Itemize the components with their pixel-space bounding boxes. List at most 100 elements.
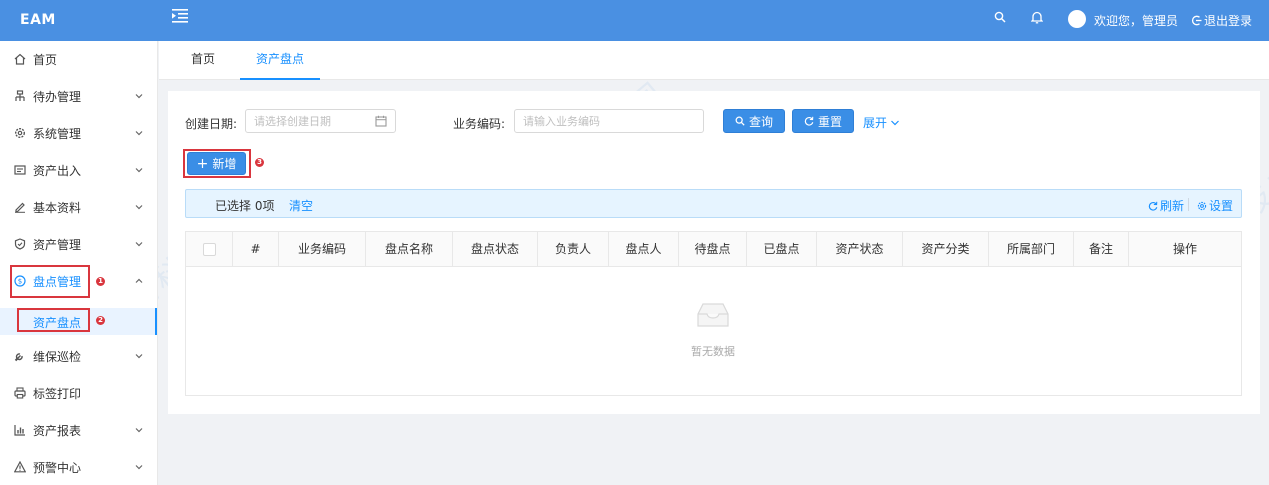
- sidebar-item-maintenance[interactable]: 维保巡检: [0, 338, 157, 375]
- sidebar-item-system[interactable]: 系统管理: [0, 115, 157, 152]
- chevron-down-icon: [135, 131, 143, 136]
- list-icon: [14, 165, 26, 175]
- reset-button[interactable]: 重置: [792, 109, 854, 133]
- select-all-checkbox[interactable]: [203, 243, 216, 256]
- expand-label: 展开: [863, 116, 888, 130]
- expand-toggle[interactable]: 展开: [863, 114, 900, 131]
- main-panel: 创建日期: 业务编码: 查询 重置 展开 + 新增 3 已选择 0项 清空 刷新: [168, 91, 1260, 414]
- column-header: 负责人: [538, 232, 609, 267]
- reload-icon: [1148, 201, 1158, 211]
- sidebar-item-label: 系统管理: [33, 127, 82, 141]
- sidebar-item-label: 资产出入: [33, 164, 82, 178]
- chevron-down-icon: [135, 205, 143, 210]
- tabs-bar: 首页 资产盘点: [159, 41, 1269, 80]
- bell-icon[interactable]: [1031, 11, 1043, 24]
- column-header: 已盘点: [747, 232, 817, 267]
- reload-icon: [804, 116, 814, 126]
- table-header: # 业务编码 盘点名称 盘点状态 负责人 盘点人 待盘点 已盘点 资产状态 资产…: [186, 232, 1241, 267]
- sidebar-item-label: 资产管理: [33, 238, 82, 252]
- settings-label: 设置: [1209, 199, 1234, 213]
- search-icon[interactable]: [994, 11, 1006, 23]
- top-bar: EAM 欢迎您，管理员 退出登录: [0, 0, 1269, 41]
- sidebar-item-home[interactable]: 首页: [0, 41, 157, 78]
- chevron-down-icon: [135, 242, 143, 247]
- sidebar-item-label: 标签打印: [33, 387, 82, 401]
- reset-label: 重置: [817, 114, 842, 129]
- query-button[interactable]: 查询: [723, 109, 785, 133]
- sidebar-item-label: 预警中心: [33, 461, 82, 475]
- empty-inbox-icon: [697, 303, 729, 327]
- column-header: 待盘点: [679, 232, 747, 267]
- column-header: 盘点人: [609, 232, 679, 267]
- gear-icon: [1197, 201, 1207, 210]
- avatar[interactable]: [1068, 10, 1086, 28]
- highlight-box: [17, 308, 90, 332]
- todo-icon: [15, 90, 25, 101]
- sidebar-item-label-print[interactable]: 标签打印: [0, 375, 157, 412]
- edit-icon: [15, 202, 25, 213]
- clear-selection-link[interactable]: 清空: [289, 197, 313, 214]
- logout-icon: [1191, 15, 1202, 26]
- chevron-down-icon: [891, 120, 899, 125]
- warning-icon: [14, 461, 26, 473]
- logout-button[interactable]: 退出登录: [1191, 12, 1252, 29]
- welcome-text: 欢迎您，管理员: [1094, 14, 1179, 28]
- app-logo: EAM: [20, 12, 56, 28]
- tab-asset-inventory[interactable]: 资产盘点: [240, 41, 320, 80]
- sidebar-item-label: 待办管理: [33, 90, 82, 104]
- sidebar-item-label: 维保巡检: [33, 350, 82, 364]
- home-icon: [14, 53, 26, 65]
- refresh-label: 刷新: [1160, 199, 1185, 213]
- bar-chart-icon: [14, 425, 25, 436]
- query-label: 查询: [748, 114, 773, 129]
- search-icon: [735, 116, 745, 126]
- column-header: 操作: [1172, 242, 1197, 256]
- chevron-down-icon: [135, 354, 143, 359]
- sidebar-item-asset-management[interactable]: 资产管理: [0, 226, 157, 263]
- tab-home[interactable]: 首页: [181, 41, 225, 80]
- step-badge: 1: [96, 277, 105, 286]
- logout-label: 退出登录: [1204, 14, 1253, 28]
- settings-link[interactable]: 设置: [1197, 197, 1233, 214]
- menu-fold-icon[interactable]: [172, 9, 188, 23]
- column-header: 备注: [1074, 232, 1129, 267]
- column-header: 所属部门: [989, 232, 1074, 267]
- gear-icon: [14, 127, 26, 139]
- column-header: 业务编码: [279, 232, 366, 267]
- column-header: #: [233, 232, 279, 267]
- column-header: 盘点名称: [366, 232, 453, 267]
- chevron-down-icon: [135, 465, 143, 470]
- selection-info-bar: 已选择 0项 清空 刷新 设置: [185, 189, 1242, 218]
- create-date-input[interactable]: [245, 109, 396, 133]
- highlight-box: [183, 149, 251, 178]
- step-badge: 2: [96, 316, 105, 325]
- refresh-link[interactable]: 刷新: [1148, 197, 1184, 214]
- select-all-cell: [186, 232, 233, 267]
- calendar-icon[interactable]: [375, 115, 387, 127]
- chevron-down-icon: [135, 428, 143, 433]
- business-code-input[interactable]: [514, 109, 704, 133]
- column-header: 资产状态: [817, 232, 903, 267]
- selected-count: 已选择 0项: [215, 199, 275, 213]
- sidebar-item-asset-report[interactable]: 资产报表: [0, 412, 157, 449]
- chevron-up-icon: [135, 278, 143, 283]
- printer-icon: [14, 387, 26, 399]
- inventory-table: # 业务编码 盘点名称 盘点状态 负责人 盘点人 待盘点 已盘点 资产状态 资产…: [185, 231, 1242, 396]
- sidebar-item-label: 资产报表: [33, 424, 82, 438]
- sidebar-item-basic-data[interactable]: 基本资料: [0, 189, 157, 226]
- column-header: 资产分类: [903, 232, 989, 267]
- wrench-icon: [14, 353, 23, 362]
- step-badge: 3: [255, 158, 264, 167]
- create-date-label: 创建日期:: [185, 117, 238, 131]
- chevron-down-icon: [135, 168, 143, 173]
- sidebar-item-label: 首页: [33, 53, 58, 67]
- sidebar: 首页 待办管理 系统管理 资产出入 基本资料 资产管理 $ 盘点管理 资产盘点 …: [0, 41, 158, 485]
- highlight-box: [10, 265, 90, 298]
- chevron-down-icon: [135, 94, 143, 99]
- divider: [1188, 198, 1189, 211]
- business-code-label: 业务编码:: [453, 117, 506, 131]
- empty-state-text: 暂无数据: [691, 345, 735, 358]
- sidebar-item-asset-in-out[interactable]: 资产出入: [0, 152, 157, 189]
- sidebar-item-todo[interactable]: 待办管理: [0, 78, 157, 115]
- sidebar-item-warning-center[interactable]: 预警中心: [0, 449, 157, 485]
